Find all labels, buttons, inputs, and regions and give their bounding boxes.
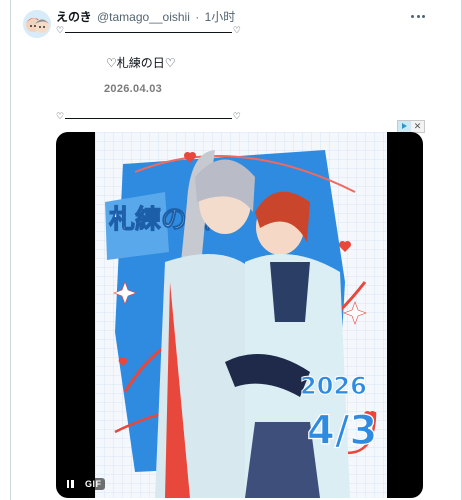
decorative-divider-bottom: ♡ ♡ <box>56 111 241 124</box>
user-handle[interactable]: @tamago__oishii <box>97 10 190 24</box>
illustration-artwork: 札練の日 2026 4/3 <box>95 132 387 498</box>
art-date-md: 4/3 <box>307 408 377 454</box>
display-name[interactable]: えのき <box>56 10 92 24</box>
tweet-post[interactable]: えのき @tamago__oishii · 1小时 ♡ ♡ ♡札練の日♡ 202… <box>11 0 461 500</box>
avatar-image <box>23 10 51 38</box>
close-icon[interactable]: ✕ <box>411 121 424 132</box>
gif-label: GIF <box>82 478 105 490</box>
heart-glyph: ♡ <box>56 25 65 35</box>
tweet-text-date: 2026.04.03 <box>104 83 163 95</box>
heart-glyph: ♡ <box>232 25 241 35</box>
ad-info-icon[interactable] <box>398 121 411 132</box>
pause-icon[interactable] <box>64 478 76 490</box>
avatar[interactable] <box>23 10 51 38</box>
art-date-year: 2026 <box>300 372 367 400</box>
heart-glyph: ♡ <box>56 111 65 121</box>
tweet-text-line1: ♡札練の日♡ <box>106 56 176 70</box>
decorative-divider-top: ♡ ♡ <box>56 25 241 38</box>
media-gif[interactable]: 札練の日 2026 4/3 GIF <box>56 132 423 498</box>
more-icon[interactable] <box>409 9 427 23</box>
gif-controls: GIF <box>64 478 105 490</box>
separator-dot: · <box>195 10 200 24</box>
timestamp[interactable]: 1小时 <box>205 10 236 24</box>
heart-glyph: ♡ <box>232 111 241 121</box>
tweet-header: えのき @tamago__oishii · 1小时 <box>56 10 235 24</box>
